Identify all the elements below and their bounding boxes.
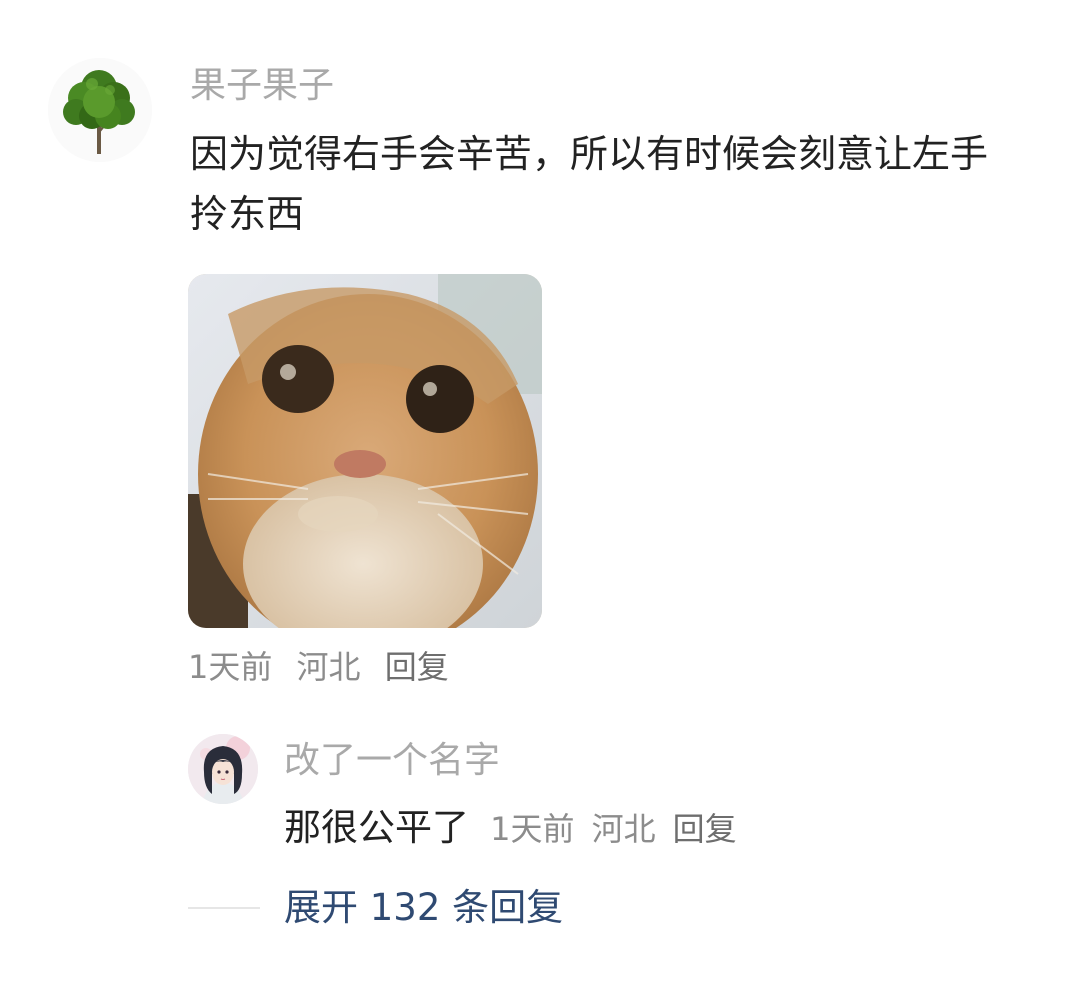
reply-time: 1天前 — [490, 810, 575, 848]
comment-text-line: 拎东西 — [190, 192, 305, 236]
reply-location: 河北 — [591, 810, 656, 848]
comment-text-line: 因为觉得右手会辛苦，所以有时候会刻意让左手 — [190, 132, 989, 176]
comment-thread: 果子果子 因为觉得右手会辛苦，所以有时候会刻意让左手 拎东西 1天前 河北 回复… — [0, 0, 1080, 1000]
anime-girl-avatar-icon — [188, 734, 258, 804]
tree-icon — [48, 58, 152, 162]
comment-time: 1天前 — [188, 648, 273, 686]
comment-body: 因为觉得右手会辛苦，所以有时候会刻意让左手 拎东西 — [190, 124, 1060, 244]
commenter-username[interactable]: 果子果子 — [190, 62, 334, 110]
reply-reply-button[interactable]: 回复 — [673, 810, 737, 848]
expand-replies-link[interactable]: 展开 132 条回复 — [284, 882, 563, 934]
divider — [188, 907, 260, 909]
replier-username[interactable]: 改了一个名字 — [284, 736, 500, 786]
comment-reply-button[interactable]: 回复 — [385, 648, 449, 686]
reply-body: 那很公平了 1天前 河北 回复 — [284, 802, 749, 861]
comment-meta: 1天前 河北 回复 — [188, 644, 463, 690]
comment-location: 河北 — [296, 648, 361, 686]
reply-text: 那很公平了 — [284, 806, 469, 849]
comment-image[interactable] — [188, 274, 542, 628]
commenter-avatar[interactable] — [48, 58, 152, 162]
cat-photo — [188, 274, 542, 628]
replier-avatar[interactable] — [188, 734, 258, 804]
